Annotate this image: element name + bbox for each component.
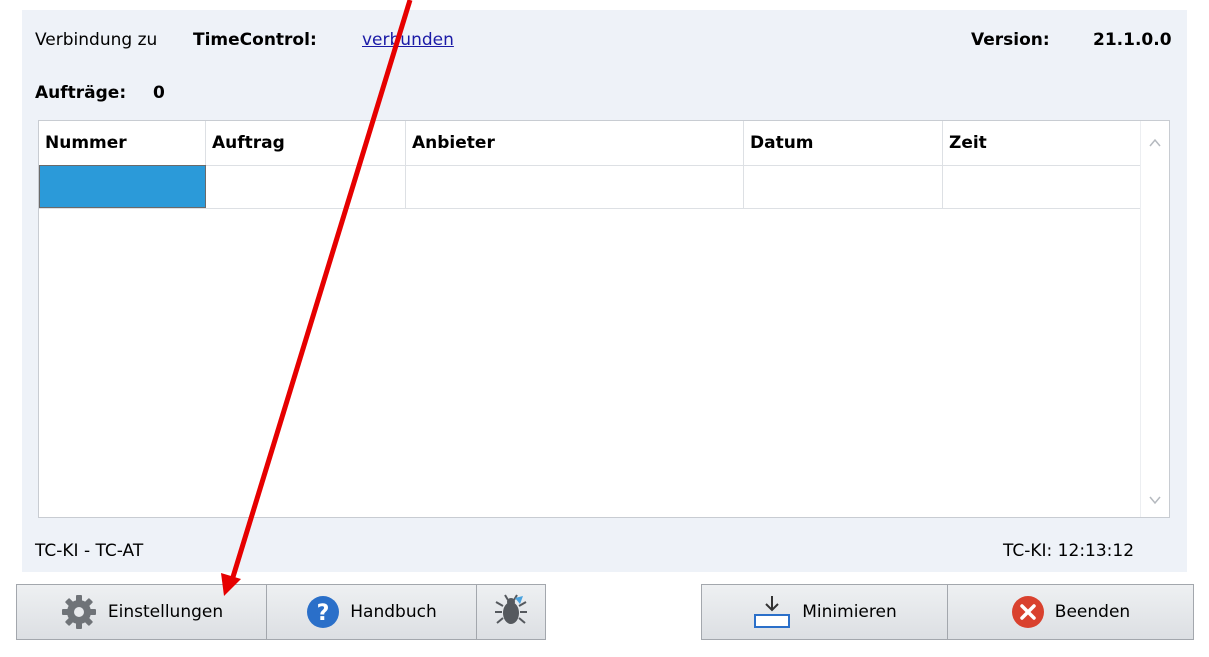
scroll-up-icon[interactable] bbox=[1148, 136, 1162, 150]
clock-label: TC-KI: 12:13:12 bbox=[1003, 541, 1135, 561]
minimize-button[interactable]: Minimieren bbox=[701, 584, 948, 640]
column-header-zeit[interactable]: Zeit bbox=[943, 121, 1142, 165]
manual-button[interactable]: ? Handbuch bbox=[266, 584, 477, 640]
column-header-auftrag[interactable]: Auftrag bbox=[206, 121, 406, 165]
minimize-icon bbox=[752, 594, 792, 630]
svg-text:?: ? bbox=[317, 601, 330, 626]
help-icon: ? bbox=[306, 595, 340, 629]
table-cell-datum[interactable] bbox=[744, 165, 943, 208]
exit-button-label: Beenden bbox=[1054, 602, 1131, 622]
column-header-nummer[interactable]: Nummer bbox=[39, 121, 206, 165]
minimize-button-label: Minimieren bbox=[802, 602, 897, 622]
table-row[interactable] bbox=[39, 165, 1142, 209]
connection-target-label: TimeControl: bbox=[193, 30, 317, 50]
version-label: Version: bbox=[971, 30, 1050, 50]
table-cell-auftrag[interactable] bbox=[206, 165, 406, 208]
close-icon bbox=[1011, 595, 1045, 629]
manual-button-label: Handbuch bbox=[350, 602, 437, 622]
orders-label: Aufträge: bbox=[35, 83, 127, 103]
vertical-scrollbar[interactable] bbox=[1140, 121, 1169, 517]
settings-button[interactable]: Einstellungen bbox=[16, 584, 267, 640]
table-cell-anbieter[interactable] bbox=[406, 165, 744, 208]
connection-label-prefix: Verbindung zu bbox=[35, 30, 158, 50]
orders-count: 0 bbox=[153, 83, 165, 103]
debug-button[interactable] bbox=[476, 584, 546, 640]
column-header-datum[interactable]: Datum bbox=[744, 121, 943, 165]
exit-button[interactable]: Beenden bbox=[947, 584, 1194, 640]
bug-icon bbox=[493, 592, 529, 633]
table-cell-zeit[interactable] bbox=[943, 165, 1142, 208]
table-cell-nummer[interactable] bbox=[39, 165, 206, 208]
settings-button-label: Einstellungen bbox=[107, 602, 224, 622]
table-header: Nummer Auftrag Anbieter Datum Zeit bbox=[39, 121, 1142, 166]
route-label: TC-KI - TC-AT bbox=[35, 541, 144, 561]
gear-icon bbox=[60, 593, 98, 631]
version-value: 21.1.0.0 bbox=[1093, 30, 1172, 50]
column-header-anbieter[interactable]: Anbieter bbox=[406, 121, 744, 165]
scroll-down-icon[interactable] bbox=[1148, 493, 1162, 507]
connection-status-link[interactable]: verbunden bbox=[362, 30, 454, 50]
orders-table[interactable]: Nummer Auftrag Anbieter Datum Zeit bbox=[38, 120, 1170, 518]
